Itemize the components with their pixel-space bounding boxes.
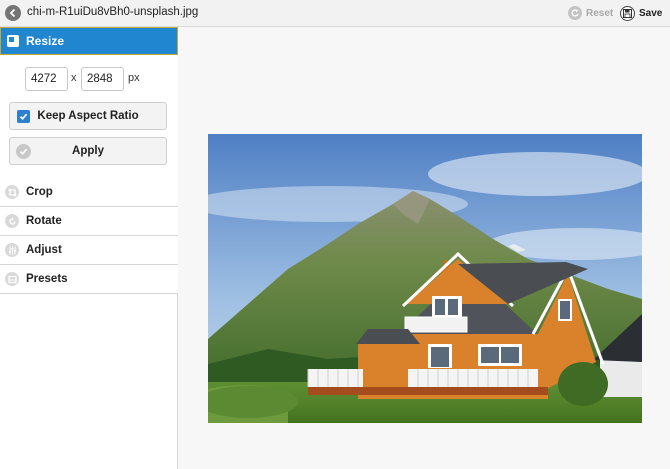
resize-panel: x px Keep Aspect Ratio Apply: [0, 55, 178, 179]
adjust-icon: [5, 243, 19, 257]
dimension-unit: px: [128, 72, 140, 84]
edited-photo[interactable]: [208, 134, 642, 423]
dimension-separator: x: [71, 72, 77, 84]
keep-aspect-ratio-label: Keep Aspect Ratio: [37, 110, 139, 122]
apply-label: Apply: [72, 145, 104, 157]
section-resize[interactable]: Resize: [0, 27, 178, 55]
back-arrow-icon[interactable]: [5, 5, 21, 21]
width-input[interactable]: [25, 67, 68, 91]
reset-label: Reset: [586, 7, 614, 19]
file-name: chi-m-R1uiDu8vBh0-unsplash.jpg: [27, 6, 199, 18]
crop-icon: [5, 185, 19, 199]
presets-icon: [5, 272, 19, 286]
save-button[interactable]: Save: [620, 3, 668, 23]
tools-sidebar: Resize x px Keep Aspect Ratio Apply Crop: [0, 27, 178, 469]
image-canvas-area: [178, 27, 670, 469]
section-crop[interactable]: Crop: [0, 178, 178, 207]
apply-button[interactable]: Apply: [9, 137, 167, 165]
section-crop-label: Crop: [26, 186, 53, 198]
top-toolbar: chi-m-R1uiDu8vBh0-unsplash.jpg Reset Sav…: [0, 0, 670, 27]
section-presets[interactable]: Presets: [0, 265, 178, 294]
section-rotate[interactable]: Rotate: [0, 207, 178, 236]
resize-icon: [7, 35, 19, 47]
section-adjust[interactable]: Adjust: [0, 236, 178, 265]
section-adjust-label: Adjust: [26, 244, 62, 256]
height-input[interactable]: [81, 67, 124, 91]
save-label: Save: [639, 7, 663, 19]
reset-icon: [568, 6, 582, 20]
keep-aspect-ratio-toggle[interactable]: Keep Aspect Ratio: [9, 102, 167, 130]
save-icon: [620, 5, 635, 21]
section-rotate-label: Rotate: [26, 215, 62, 227]
section-presets-label: Presets: [26, 273, 68, 285]
reset-button[interactable]: Reset: [568, 5, 613, 21]
rotate-icon: [5, 214, 19, 228]
section-resize-label: Resize: [26, 34, 65, 48]
